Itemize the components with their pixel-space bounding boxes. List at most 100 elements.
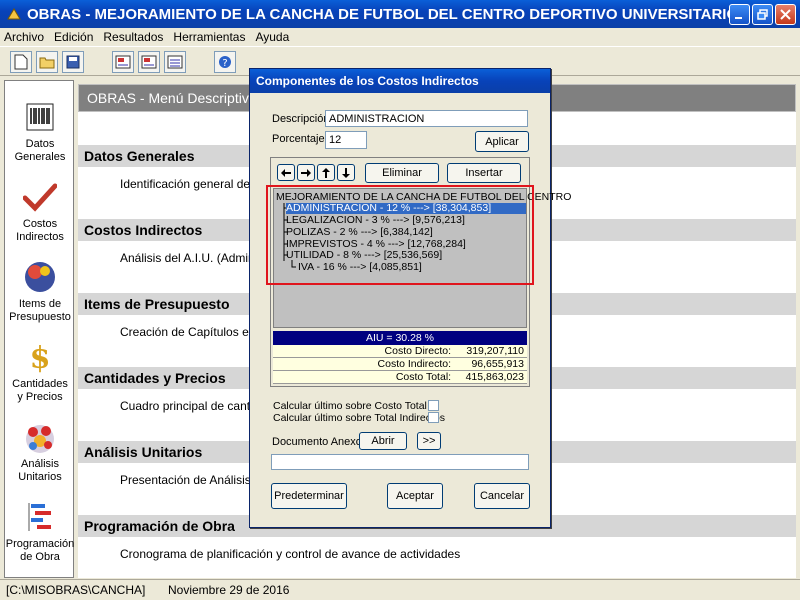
costo-indirecto-value: 96,655,913 xyxy=(471,358,524,370)
aiu-bar: AIU = 30.28 % xyxy=(273,331,527,345)
cancelar-button[interactable]: Cancelar xyxy=(474,483,530,509)
report-button-2[interactable] xyxy=(138,51,160,73)
sidebar-label-1: Cantidades xyxy=(12,378,68,390)
report-icon-2 xyxy=(141,55,157,69)
costo-directo-row: Costo Directo: 319,207,110 xyxy=(273,345,527,358)
porcentaje-label: Porcentaje xyxy=(272,133,325,145)
arrow-left-icon xyxy=(281,168,291,177)
doc-anexo-label: Documento Anexo xyxy=(272,436,362,448)
section-desc: Identificación general de la xyxy=(120,177,263,191)
sidebar-label-2: y Precios xyxy=(17,391,63,403)
app-icon xyxy=(6,6,22,22)
move-down-button[interactable] xyxy=(337,164,355,181)
arrow-up-icon xyxy=(322,167,330,178)
report-icon-3 xyxy=(167,55,183,69)
insertar-button[interactable]: Insertar xyxy=(447,163,521,183)
aplicar-button[interactable]: Aplicar xyxy=(475,131,529,152)
menu-ayuda[interactable]: Ayuda xyxy=(255,30,289,44)
sidebar-item-items-presupuesto[interactable]: Items de Presupuesto xyxy=(5,259,75,324)
eliminar-button[interactable]: Eliminar xyxy=(365,163,439,183)
costos-indirectos-dialog: Componentes de los Costos Indirectos Des… xyxy=(249,68,571,528)
section-desc: Cronograma de planificación y control de… xyxy=(120,547,461,561)
open-button[interactable] xyxy=(36,51,58,73)
svg-text:$: $ xyxy=(30,341,51,374)
move-up-button[interactable] xyxy=(317,164,335,181)
close-icon xyxy=(780,8,791,20)
help-button[interactable]: ? xyxy=(214,51,236,73)
doc-anexo-input[interactable] xyxy=(271,454,529,470)
report-button-3[interactable] xyxy=(164,51,186,73)
section-desc: Cuadro principal de cantida xyxy=(120,399,267,413)
new-doc-button[interactable] xyxy=(10,51,32,73)
close-button[interactable] xyxy=(775,3,796,25)
menu-edicion[interactable]: Edición xyxy=(54,30,93,44)
section-desc: Presentación de Análisis Ur xyxy=(120,473,267,487)
status-date: Noviembre 29 de 2016 xyxy=(168,583,290,597)
dollar-icon: $ xyxy=(22,339,58,375)
sidebar-item-programacion-obra[interactable]: Programación de Obra xyxy=(5,499,75,564)
save-button[interactable] xyxy=(62,51,84,73)
sidebar-label-1: Datos xyxy=(25,138,55,150)
dialog-title: Componentes de los Costos Indirectos xyxy=(250,69,550,93)
sidebar-item-costos-indirectos[interactable]: Costos Indirectos xyxy=(5,179,75,244)
section-desc: Creación de Capítulos e Ite xyxy=(120,325,266,339)
status-path: [C:\MISOBRAS\CANCHA] xyxy=(6,583,146,597)
sidebar-label-1: Análisis xyxy=(21,458,59,470)
costo-total-label: Costo Total: xyxy=(395,371,452,383)
move-right-button[interactable] xyxy=(297,164,315,181)
barcode-icon xyxy=(22,99,58,135)
costo-directo-value: 319,207,110 xyxy=(466,345,524,357)
predeterminar-button[interactable]: Predeterminar xyxy=(271,483,347,509)
gantt-icon xyxy=(22,499,58,535)
sidebar-label-2: Generales xyxy=(14,151,66,163)
molecules-icon xyxy=(22,419,58,455)
costo-total-row: Costo Total: 415,863,023 xyxy=(273,371,527,384)
chk2-label: Calcular último sobre Total Indirectos xyxy=(273,412,445,424)
sidebar-item-datos-generales[interactable]: Datos Generales xyxy=(5,99,75,164)
descripcion-label: Descripción xyxy=(272,113,330,125)
arrow-right-icon xyxy=(301,168,311,177)
move-left-button[interactable] xyxy=(277,164,295,181)
costo-total-value: 415,863,023 xyxy=(465,371,524,383)
costo-directo-label: Costo Directo: xyxy=(384,345,452,357)
new-doc-icon xyxy=(14,54,28,70)
menu-archivo[interactable]: Archivo xyxy=(4,30,44,44)
checkmark-icon xyxy=(22,179,58,215)
sphere-icon xyxy=(22,259,58,295)
chk1-label: Calcular último sobre Costo Total xyxy=(273,400,427,412)
abrir-button[interactable]: Abrir xyxy=(359,432,407,450)
more-button[interactable]: >> xyxy=(417,432,441,450)
sidebar: Datos Generales Costos Indirectos Items … xyxy=(4,80,74,578)
save-disk-icon xyxy=(66,55,80,69)
title-bar: OBRAS - MEJORAMIENTO DE LA CANCHA DE FUT… xyxy=(0,0,800,28)
maximize-button[interactable] xyxy=(752,3,773,25)
minimize-button[interactable] xyxy=(729,3,750,25)
sidebar-label-2: Unitarios xyxy=(18,471,62,483)
status-bar: [C:\MISOBRAS\CANCHA] Noviembre 29 de 201… xyxy=(0,579,800,600)
porcentaje-input[interactable]: 12 xyxy=(325,131,367,149)
aceptar-button[interactable]: Aceptar xyxy=(387,483,443,509)
costo-indirecto-row: Costo Indirecto: 96,655,913 xyxy=(273,358,527,371)
svg-text:?: ? xyxy=(222,58,227,69)
report-icon-1 xyxy=(115,55,131,69)
sidebar-label-2: de Obra xyxy=(20,551,60,563)
calc-total-indirectos-checkbox[interactable] xyxy=(428,412,439,423)
restore-icon xyxy=(757,8,768,20)
section-desc: Análisis del A.I.U. (Administ xyxy=(120,251,267,265)
menu-resultados[interactable]: Resultados xyxy=(103,30,163,44)
sidebar-label-1: Items de xyxy=(18,298,62,310)
tree-highlight-box xyxy=(266,185,534,285)
sidebar-label-1: Costos xyxy=(22,218,58,230)
arrow-down-icon xyxy=(342,167,350,178)
sidebar-item-cantidades-precios[interactable]: $ Cantidades y Precios xyxy=(5,339,75,404)
help-icon: ? xyxy=(219,56,231,69)
menu-herramientas[interactable]: Herramientas xyxy=(173,30,245,44)
sidebar-item-analisis-unitarios[interactable]: Análisis Unitarios xyxy=(5,419,75,484)
open-folder-icon xyxy=(39,57,55,69)
minimize-icon xyxy=(735,16,742,19)
report-button-1[interactable] xyxy=(112,51,134,73)
calc-costo-total-checkbox[interactable] xyxy=(428,400,439,411)
sidebar-label-2: Presupuesto xyxy=(9,311,71,323)
window-title: OBRAS - MEJORAMIENTO DE LA CANCHA DE FUT… xyxy=(27,5,729,23)
descripcion-input[interactable]: ADMINISTRACION xyxy=(325,110,528,127)
